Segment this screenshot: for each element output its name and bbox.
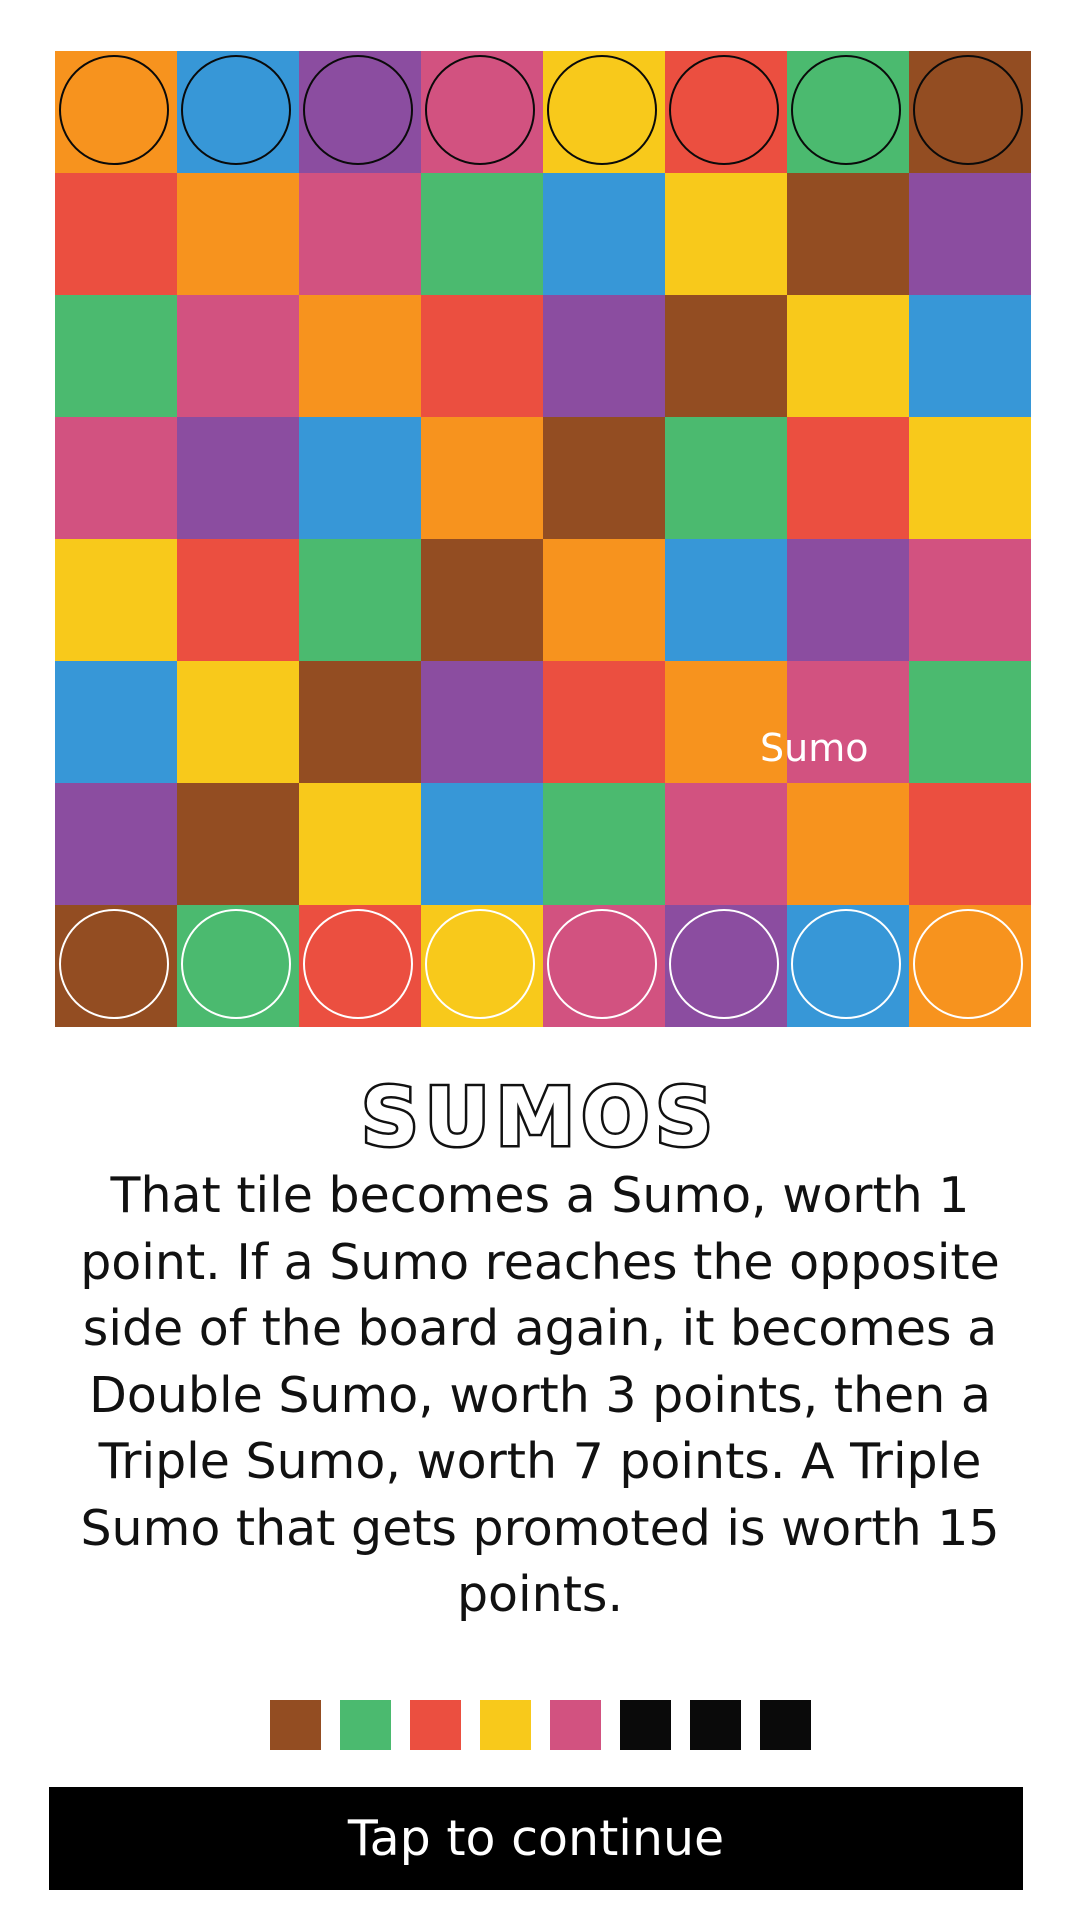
board-tile-r6-c0[interactable]: [55, 783, 177, 905]
board-tile-r5-c7[interactable]: [909, 661, 1031, 783]
board-tile-r7-c7[interactable]: [909, 905, 1031, 1027]
board-tile-r6-c6[interactable]: [787, 783, 909, 905]
board-tile-r0-c1[interactable]: [177, 51, 299, 173]
board-tile-r5-c4[interactable]: [543, 661, 665, 783]
board-tile-r3-c0[interactable]: [55, 417, 177, 539]
board-tile-r0-c3[interactable]: [421, 51, 543, 173]
board-tile-r1-c3[interactable]: [421, 173, 543, 295]
board-tile-r5-c0[interactable]: [55, 661, 177, 783]
black-player-piece[interactable]: [547, 55, 657, 165]
page-title: SUMOS: [359, 1071, 719, 1164]
board-tile-r1-c0[interactable]: [55, 173, 177, 295]
sumo-tile-label: Sumo: [760, 726, 869, 770]
white-player-piece[interactable]: [547, 909, 657, 1019]
board-tile-r4-c3[interactable]: [421, 539, 543, 661]
board-tile-r4-c2[interactable]: [299, 539, 421, 661]
white-player-piece[interactable]: [303, 909, 413, 1019]
black-player-piece[interactable]: [425, 55, 535, 165]
board-tile-r4-c1[interactable]: [177, 539, 299, 661]
progress-swatch-5: [549, 1700, 601, 1750]
board-tile-r7-c2[interactable]: [299, 905, 421, 1027]
board-tile-r2-c2[interactable]: [299, 295, 421, 417]
board-tile-r7-c3[interactable]: [421, 905, 543, 1027]
progress-swatch-6: [619, 1700, 671, 1750]
white-player-piece[interactable]: [59, 909, 169, 1019]
board-tile-r5-c1[interactable]: [177, 661, 299, 783]
black-player-piece[interactable]: [913, 55, 1023, 165]
board-tile-r1-c7[interactable]: [909, 173, 1031, 295]
board-tile-r5-c3[interactable]: [421, 661, 543, 783]
board-tile-r6-c1[interactable]: [177, 783, 299, 905]
progress-swatch-2: [339, 1700, 391, 1750]
board-tile-r3-c6[interactable]: [787, 417, 909, 539]
board-tile-r1-c2[interactable]: [299, 173, 421, 295]
board-tile-r4-c6[interactable]: [787, 539, 909, 661]
board-tile-r3-c1[interactable]: [177, 417, 299, 539]
board-tile-r2-c1[interactable]: [177, 295, 299, 417]
board-tile-r0-c0[interactable]: [55, 51, 177, 173]
board-tile-r4-c5[interactable]: [665, 539, 787, 661]
board-tile-r2-c6[interactable]: [787, 295, 909, 417]
board-tile-r0-c6[interactable]: [787, 51, 909, 173]
board-tile-r0-c7[interactable]: [909, 51, 1031, 173]
board-tile-r1-c4[interactable]: [543, 173, 665, 295]
board-tile-r0-c5[interactable]: [665, 51, 787, 173]
board-tile-r3-c3[interactable]: [421, 417, 543, 539]
black-player-piece[interactable]: [791, 55, 901, 165]
white-player-piece[interactable]: [791, 909, 901, 1019]
board-tile-r0-c2[interactable]: [299, 51, 421, 173]
board-tile-r6-c3[interactable]: [421, 783, 543, 905]
progress-swatch-1: [269, 1700, 321, 1750]
board-tile-r1-c6[interactable]: [787, 173, 909, 295]
board-tile-r6-c2[interactable]: [299, 783, 421, 905]
board-tile-r1-c1[interactable]: [177, 173, 299, 295]
black-player-piece[interactable]: [669, 55, 779, 165]
board-tile-r4-c4[interactable]: [543, 539, 665, 661]
board-tile-r3-c5[interactable]: [665, 417, 787, 539]
board-tile-r2-c0[interactable]: [55, 295, 177, 417]
white-player-piece[interactable]: [669, 909, 779, 1019]
board-tile-r2-c5[interactable]: [665, 295, 787, 417]
board-tile-r2-c4[interactable]: [543, 295, 665, 417]
board-tile-r6-c7[interactable]: [909, 783, 1031, 905]
board-tile-r3-c2[interactable]: [299, 417, 421, 539]
board-tile-r0-c4[interactable]: [543, 51, 665, 173]
board-tile-r7-c5[interactable]: [665, 905, 787, 1027]
board-tile-r6-c4[interactable]: [543, 783, 665, 905]
progress-swatch-7: [689, 1700, 741, 1750]
black-player-piece[interactable]: [303, 55, 413, 165]
board-tile-r4-c0[interactable]: [55, 539, 177, 661]
board-tile-r7-c4[interactable]: [543, 905, 665, 1027]
white-player-piece[interactable]: [181, 909, 291, 1019]
tap-to-continue-button[interactable]: Tap to continue: [49, 1787, 1023, 1890]
board-tile-r6-c5[interactable]: [665, 783, 787, 905]
board-tile-r5-c6[interactable]: Sumo: [760, 661, 909, 783]
game-board: Sumo: [55, 51, 1031, 1027]
black-player-piece[interactable]: [59, 55, 169, 165]
board-tile-r3-c4[interactable]: [543, 417, 665, 539]
board-tile-r7-c1[interactable]: [177, 905, 299, 1027]
board-tile-r2-c7[interactable]: [909, 295, 1031, 417]
board-tile-r1-c5[interactable]: [665, 173, 787, 295]
board-tile-r7-c6[interactable]: [787, 905, 909, 1027]
progress-swatch-4: [479, 1700, 531, 1750]
tutorial-text: That tile becomes a Sumo, worth 1 point.…: [80, 1167, 1000, 1623]
black-player-piece[interactable]: [181, 55, 291, 165]
tutorial-progress-indicator: [0, 1700, 1080, 1750]
progress-swatch-3: [409, 1700, 461, 1750]
board-tile-r7-c0[interactable]: [55, 905, 177, 1027]
board-tile-r4-c7[interactable]: [909, 539, 1031, 661]
progress-swatch-8: [759, 1700, 811, 1750]
board-tile-r5-c2[interactable]: [299, 661, 421, 783]
board-tile-r3-c7[interactable]: [909, 417, 1031, 539]
white-player-piece[interactable]: [913, 909, 1023, 1019]
board-tile-r2-c3[interactable]: [421, 295, 543, 417]
white-player-piece[interactable]: [425, 909, 535, 1019]
